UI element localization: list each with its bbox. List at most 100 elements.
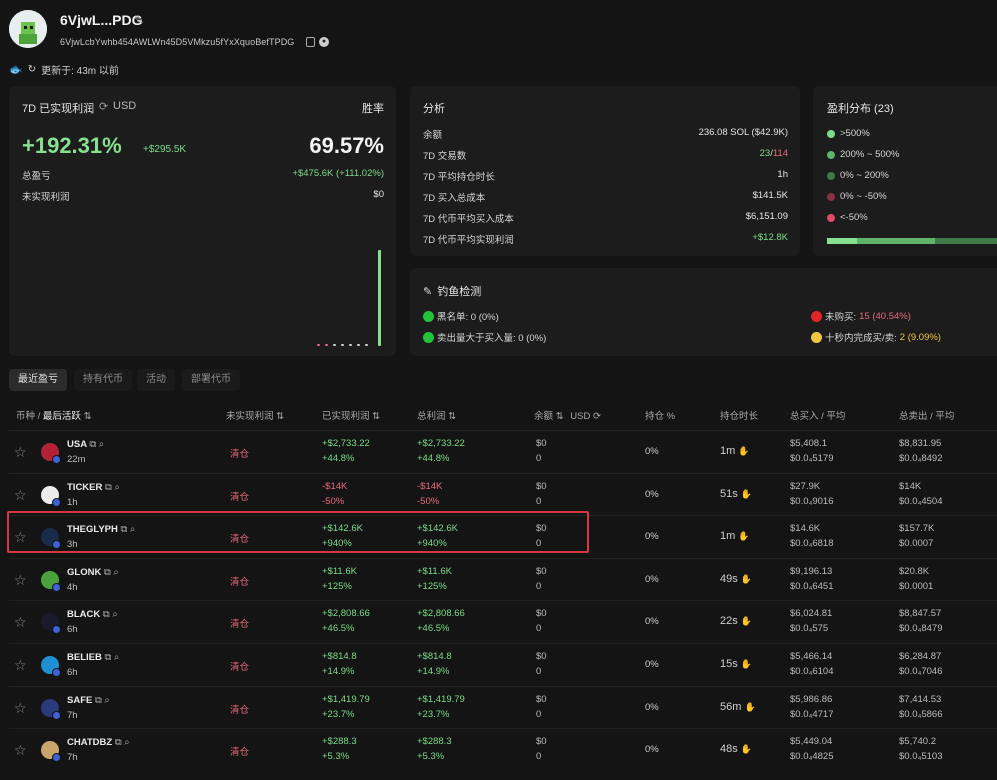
trade-count: 23/114 (760, 148, 788, 162)
distribution-title: 盈利分布 (23) (827, 103, 894, 115)
search-icon[interactable]: ⌕ (112, 482, 119, 493)
search-icon[interactable]: ⌕ (111, 652, 119, 663)
table-row[interactable]: ☆ TICKER ⧉ ⌕ 1h 清仓 -$14K -50% -$14K -50% $0 0 0% 51… (9, 472, 997, 516)
copy-icon[interactable]: ⧉ (95, 695, 102, 706)
distribution-label: >500% (840, 128, 870, 139)
chart-bar (365, 344, 368, 346)
total-pct: +125% (417, 580, 447, 592)
table-row[interactable]: ☆ GLONK ⧉ ⌕ 4h 清仓 +$11.6K +125% +$11.6K +125% $0… (9, 557, 997, 601)
table-row[interactable]: ☆ USA ⧉ ⌕ 22m 清仓 +$2,733.22 +44.8% +$2,733.22 +… (9, 430, 997, 473)
distribution-label: 0% ~ -50% (840, 191, 887, 202)
table-row[interactable]: ☆ SAFE ⧉ ⌕ 7h 清仓 +$1,419.79 +23.7% +$1,419.79 +… (9, 685, 997, 729)
copy-icon[interactable]: ⧉ (104, 567, 111, 578)
chain-badge-icon (52, 497, 61, 507)
th-unrealized[interactable]: 未实现利润 ⇅ (226, 408, 284, 422)
token-symbol[interactable]: BLACK ⧉ ⌕ (67, 609, 118, 620)
tab-holdings[interactable]: 持有代币 (74, 369, 132, 391)
search-icon[interactable]: ⌕ (110, 609, 117, 620)
copy-icon[interactable]: ⧉ (115, 737, 122, 748)
distribution-item: 0% ~ -50% (827, 191, 887, 202)
dot-icon (827, 171, 835, 180)
th-token[interactable]: 币种 / 最后活跃 ⇅ (16, 408, 92, 422)
realized-pct: +5.3% (322, 751, 350, 763)
currency-label[interactable]: USD (113, 100, 136, 112)
blacklist-item: 黑名单: 0 (0%) (423, 309, 499, 323)
avg-sell: $0.0₄8479 (899, 623, 943, 635)
chart-bar (341, 344, 344, 346)
green-ball-icon (423, 310, 434, 322)
star-icon[interactable]: ☆ (14, 487, 27, 504)
sort-icon[interactable]: ⇅ (372, 411, 380, 422)
token-symbol[interactable]: BELIEB ⧉ ⌕ (67, 652, 119, 663)
sort-icon[interactable]: ⇅ (276, 411, 284, 422)
token-symbol[interactable]: CHATDBZ ⧉ ⌕ (67, 737, 130, 748)
share-icon[interactable]: ● (319, 37, 329, 47)
th-duration[interactable]: 持仓时长 (720, 408, 758, 422)
chain-badge-icon (52, 625, 61, 635)
th-last-active[interactable]: 最后活跃 (43, 411, 81, 422)
status-cleared: 清仓 (230, 619, 250, 631)
distribution-item: >500% (827, 128, 870, 139)
tab-deployed[interactable]: 部署代币 (182, 369, 240, 391)
th-sell[interactable]: 总卖出 / 平均 (899, 408, 954, 422)
token-symbol[interactable]: USA ⧉ ⌕ (67, 439, 104, 450)
distribution-bar-segment (827, 238, 857, 244)
sort-icon[interactable]: ⇅ (84, 411, 92, 422)
star-icon[interactable]: ☆ (14, 614, 27, 631)
refresh-icon[interactable]: ↻ (28, 64, 36, 75)
hand-icon: ✋ (740, 573, 753, 584)
tab-recent-pnl[interactable]: 最近盈亏 (9, 369, 67, 391)
table-row[interactable]: ☆ CHATDBZ ⧉ ⌕ 7h 清仓 +$288.3 +5.3% +$288.3 +5.3%… (9, 728, 997, 771)
token-symbol-text: SAFE (67, 694, 93, 706)
currency-toggle-icon[interactable]: ⟳ (99, 100, 108, 113)
token-symbol[interactable]: SAFE ⧉ ⌕ (67, 695, 110, 706)
star-icon[interactable]: ☆ (14, 444, 27, 461)
edit-icon[interactable]: ✎ (134, 13, 144, 27)
sort-icon[interactable]: ⇅ (448, 411, 456, 422)
hold-duration: 22s ✋ (720, 615, 752, 627)
analysis-row: 7D 代币平均买入成本 $6,151.09 (423, 211, 788, 225)
analysis-value: 236.08 SOL ($42.9K) (698, 127, 788, 138)
total-pct: +14.9% (417, 666, 450, 677)
distribution-label: 200% ~ 500% (840, 149, 900, 160)
th-realized[interactable]: 已实现利润 ⇅ (322, 408, 380, 422)
search-icon[interactable]: ⌕ (96, 439, 104, 450)
copy-icon[interactable]: ⧉ (103, 609, 110, 620)
search-icon[interactable]: ⌕ (122, 737, 129, 748)
star-icon[interactable]: ☆ (14, 700, 27, 717)
star-icon[interactable]: ☆ (14, 742, 27, 759)
th-total[interactable]: 总利润 ⇅ (417, 408, 456, 422)
updated-time: 更新于: 43m 以前 (41, 66, 119, 77)
th-holding[interactable]: 持仓 % (645, 408, 675, 422)
search-icon[interactable]: ⌕ (102, 695, 109, 706)
balance-usd: $0 (536, 608, 547, 620)
hand-icon: ✋ (740, 616, 753, 627)
th-balance-label: 余额 (534, 411, 554, 422)
avg-buy: $0.0₄9016 (790, 495, 834, 507)
star-icon[interactable]: ☆ (14, 572, 27, 589)
tab-activity[interactable]: 活动 (137, 369, 175, 391)
holding-pct: 0% (645, 744, 659, 756)
chart-bar (378, 250, 381, 346)
total-value: -$14K (417, 480, 443, 492)
token-symbol-text: BELIEB (67, 652, 102, 663)
analysis-label: 7D 代币平均买入成本 (423, 214, 514, 225)
pnl-card: 7D 已实现利润 ⟳ USD 胜率 +192.31% +$295.5K 69.5… (9, 86, 396, 356)
search-icon[interactable]: ⌕ (111, 567, 118, 578)
th-balance-unit[interactable]: USD (570, 411, 590, 422)
total-pct: +5.3% (417, 751, 445, 763)
table-row[interactable]: ☆ BELIEB ⧉ ⌕ 6h 清仓 +$814.8 +14.9% +$814.8 +14.9… (9, 643, 997, 686)
token-symbol[interactable]: GLONK ⧉ ⌕ (67, 567, 119, 578)
th-balance[interactable]: 余额 ⇅ USD ⟳ (534, 408, 601, 422)
copy-address-icon[interactable] (306, 37, 315, 47)
token-symbol-text: GLONK (67, 566, 102, 578)
not-bought-item: 未购买: 15 (40.54%) (811, 309, 911, 323)
table-row[interactable]: ☆ BLACK ⧉ ⌕ 6h 清仓 +$2,808.66 +46.5% +$2,808.66… (9, 600, 997, 643)
star-icon[interactable]: ☆ (14, 657, 27, 674)
th-buy[interactable]: 总买入 / 平均 (790, 408, 845, 422)
sort-icon[interactable]: ⇅ (556, 411, 564, 422)
copy-icon[interactable]: ⧉ (105, 482, 112, 493)
currency-toggle-icon[interactable]: ⟳ (593, 411, 601, 422)
red-ball-icon (811, 310, 822, 322)
token-symbol[interactable]: TICKER ⧉ ⌕ (67, 482, 120, 493)
